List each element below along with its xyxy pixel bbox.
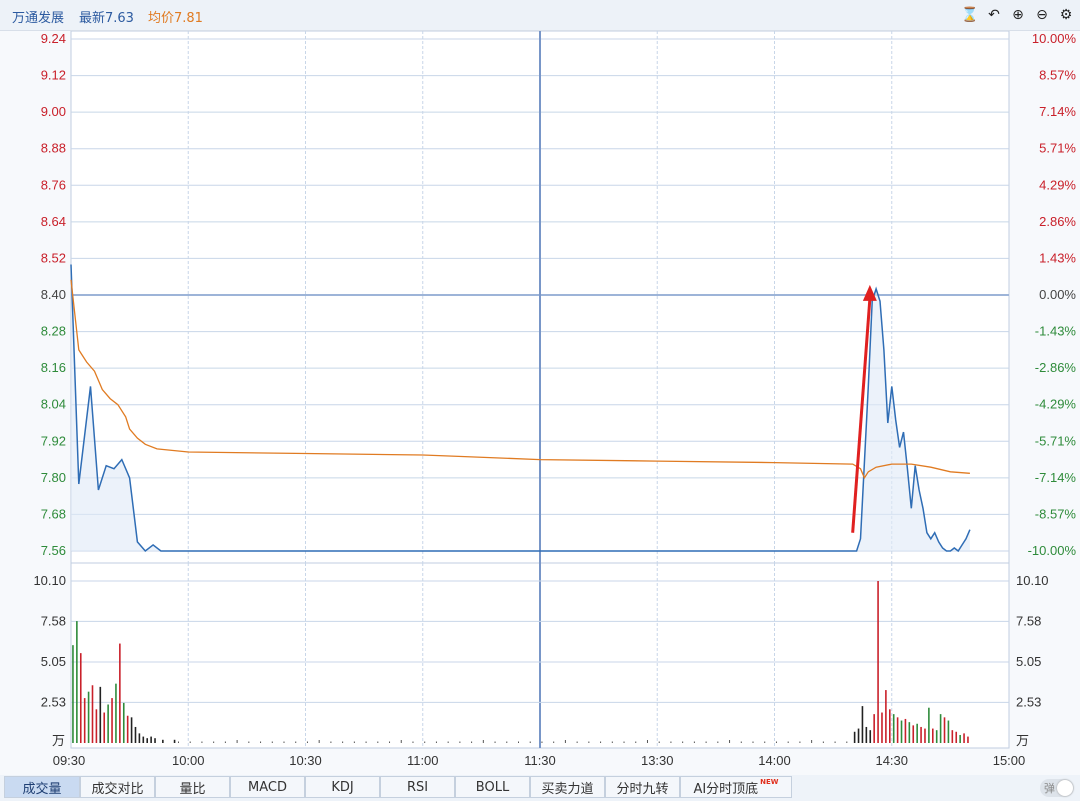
zoom-in-icon[interactable]: ⊕ — [1010, 7, 1026, 23]
volume-tick-label: 7.58 — [1016, 613, 1041, 628]
time-tick-label: 10:00 — [172, 753, 205, 768]
time-tick-label: 14:00 — [758, 753, 791, 768]
stock-name: 万通发展 — [12, 11, 65, 26]
tab-label: 成交量 — [22, 781, 62, 797]
price-tick-label: 7.92 — [41, 433, 66, 448]
time-tick-label: 15:00 — [993, 753, 1026, 768]
tab-成交量[interactable]: 成交量 — [4, 776, 80, 798]
percent-tick-label: 8.57% — [1039, 68, 1076, 83]
volume-tick-label: 5.05 — [41, 654, 66, 669]
toggle-label: 弹 — [1044, 782, 1055, 795]
volume-unit-label: 万 — [52, 734, 65, 749]
price-tick-label: 8.28 — [41, 324, 66, 339]
indicator-tabbar: 成交量 成交对比 量比 MACD KDJ RSI BOLL 买卖力道 分时九转 AI分时顶底 NEW — [0, 775, 1080, 801]
tab-label: RSI — [406, 779, 429, 795]
chart-header: 万通发展 最新7.63 均价7.81 ⌛ ↶ ⊕ ⊖ ⚙ — [0, 0, 1080, 31]
tab-label: 买卖力道 — [541, 781, 594, 797]
percent-tick-label: 1.43% — [1039, 250, 1076, 265]
percent-tick-label: -2.86% — [1035, 360, 1077, 375]
tab-买卖力道[interactable]: 买卖力道 — [530, 776, 605, 798]
percent-tick-label: -8.57% — [1035, 506, 1077, 521]
tab-label: MACD — [248, 779, 287, 795]
volume-tick-label: 10.10 — [1016, 573, 1049, 588]
price-tick-label: 8.04 — [41, 397, 66, 412]
percent-tick-label: -5.71% — [1035, 433, 1077, 448]
tab-KDJ[interactable]: KDJ — [305, 776, 380, 798]
tab-AI分时顶底[interactable]: AI分时顶底 NEW — [680, 776, 792, 798]
tab-label: BOLL — [475, 779, 510, 795]
time-tick-label: 10:30 — [289, 753, 322, 768]
tab-label: 量比 — [179, 781, 206, 797]
intraday-chart[interactable]: 9.24 10.00% 9.12 8.57% 9.00 7.14% 8.88 5.71% 8.7… — [0, 31, 1080, 771]
percent-tick-label: -1.43% — [1035, 324, 1077, 339]
undo-icon[interactable]: ↶ — [986, 7, 1002, 23]
tab-成交对比[interactable]: 成交对比 — [80, 776, 155, 798]
percent-tick-label: -7.14% — [1035, 470, 1077, 485]
price-tick-label: 9.24 — [41, 31, 66, 46]
average-price: 均价7.81 — [148, 11, 203, 26]
time-tick-label: 11:00 — [407, 753, 439, 768]
price-tick-label: 8.16 — [41, 360, 66, 375]
time-tick-label: 09:30 — [53, 753, 86, 768]
time-tick-label: 14:30 — [875, 753, 908, 768]
price-tick-label: 8.88 — [41, 141, 66, 156]
time-tick-label: 13:30 — [641, 753, 674, 768]
volume-tick-label: 7.58 — [41, 613, 66, 628]
tab-label: KDJ — [331, 779, 354, 795]
tab-label: 分时九转 — [616, 781, 669, 797]
price-tick-label: 8.64 — [41, 214, 66, 229]
toggle-knob — [1057, 780, 1073, 796]
tab-RSI[interactable]: RSI — [380, 776, 455, 798]
tab-量比[interactable]: 量比 — [155, 776, 230, 798]
tab-BOLL[interactable]: BOLL — [455, 776, 530, 798]
latest-price: 最新7.63 — [79, 11, 134, 26]
percent-tick-label: 2.86% — [1039, 214, 1076, 229]
percent-tick-label: -4.29% — [1035, 397, 1077, 412]
new-badge: NEW — [760, 778, 779, 786]
popup-toggle[interactable]: 弹 — [1040, 779, 1074, 797]
volume-tick-label: 2.53 — [41, 694, 66, 709]
volume-tick-label: 5.05 — [1016, 654, 1041, 669]
volume-tick-label: 2.53 — [1016, 694, 1041, 709]
gear-icon[interactable]: ⚙ — [1058, 7, 1074, 23]
tab-label: 成交对比 — [91, 781, 144, 797]
percent-tick-label: 7.14% — [1039, 104, 1076, 119]
volume-tick-label: 10.10 — [33, 573, 66, 588]
percent-tick-label: 4.29% — [1039, 177, 1076, 192]
time-tick-label: 11:30 — [524, 753, 556, 768]
price-tick-label: 8.76 — [41, 177, 66, 192]
percent-tick-label: 0.00% — [1039, 287, 1076, 302]
price-tick-label: 7.56 — [41, 543, 66, 558]
price-tick-label: 7.80 — [41, 470, 66, 485]
price-tick-label: 9.00 — [41, 104, 66, 119]
tab-分时九转[interactable]: 分时九转 — [605, 776, 680, 798]
zoom-out-icon[interactable]: ⊖ — [1034, 7, 1050, 23]
price-tick-label: 8.40 — [41, 287, 66, 302]
volume-unit-label: 万 — [1016, 734, 1029, 749]
tab-MACD[interactable]: MACD — [230, 776, 305, 798]
percent-tick-label: 10.00% — [1032, 31, 1077, 46]
price-tick-label: 8.52 — [41, 250, 66, 265]
tab-label: AI分时顶底 — [693, 781, 759, 797]
percent-tick-label: -10.00% — [1028, 543, 1077, 558]
percent-tick-label: 5.71% — [1039, 141, 1076, 156]
price-tick-label: 9.12 — [41, 68, 66, 83]
price-tick-label: 7.68 — [41, 506, 66, 521]
history-icon[interactable]: ⌛ — [961, 7, 978, 23]
chart-canvas[interactable]: 9.24 10.00% 9.12 8.57% 9.00 7.14% 8.88 5.71% 8.7… — [0, 31, 1080, 771]
